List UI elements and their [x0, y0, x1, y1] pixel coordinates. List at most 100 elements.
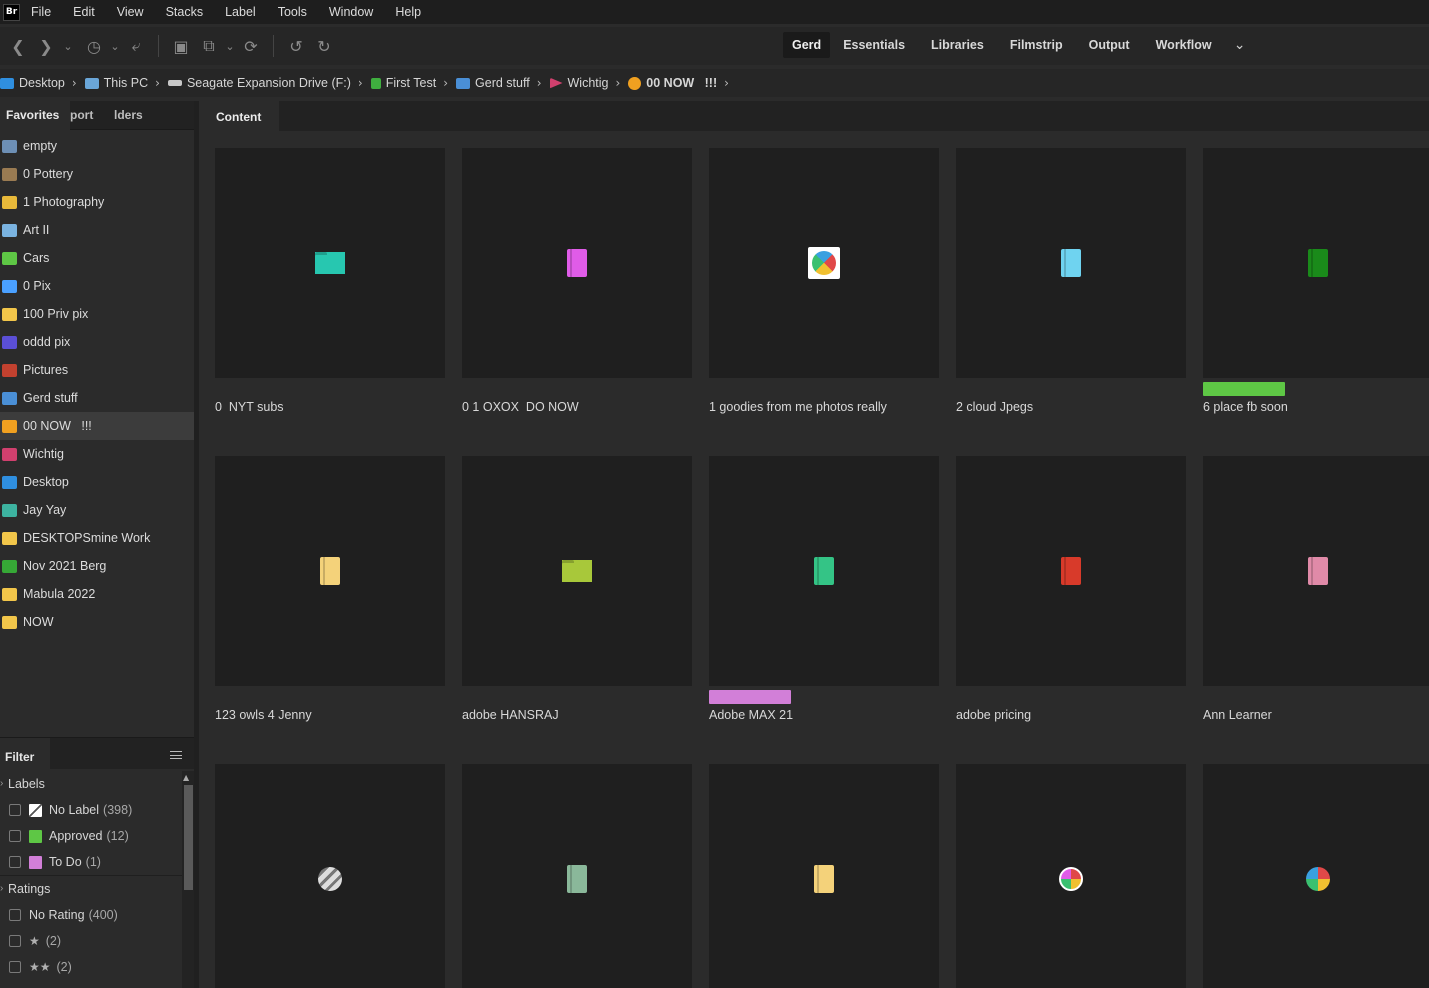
favorite-item-now[interactable]: NOW — [0, 608, 194, 636]
chevron-right-icon[interactable]: › — [443, 76, 448, 90]
favorite-item-nov-2021-berg[interactable]: Nov 2021 Berg — [0, 552, 194, 580]
content-tile[interactable]: 123 owls 4 Jenny — [215, 456, 445, 722]
breadcrumb-drive[interactable]: Seagate Expansion Drive (F:) — [167, 76, 351, 90]
checkbox[interactable] — [9, 961, 21, 973]
thumbnail[interactable] — [462, 148, 692, 378]
refine-icon[interactable]: ⟳ — [237, 32, 265, 60]
panel-menu-icon[interactable] — [170, 751, 182, 759]
content-tile[interactable] — [956, 764, 1186, 988]
thumbnail[interactable] — [462, 764, 692, 988]
thumbnail[interactable] — [1203, 456, 1429, 686]
filter-row-two-star[interactable]: ★★ (2) — [0, 954, 194, 980]
favorite-item-cars[interactable]: Cars — [0, 244, 194, 272]
filter-row-approved[interactable]: Approved (12) — [0, 823, 194, 849]
workspace-tab-workflow[interactable]: Workflow — [1143, 32, 1225, 58]
filter-row-no-rating[interactable]: No Rating (400) — [0, 902, 194, 928]
checkbox[interactable] — [9, 830, 21, 842]
ratings-section-header[interactable]: Ratings — [0, 876, 194, 902]
content-tile[interactable]: Adobe MAX 21 — [709, 456, 939, 722]
favorite-item-wichtig[interactable]: Wichtig — [0, 440, 194, 468]
content-tile[interactable]: adobe pricing — [956, 456, 1186, 722]
menu-label[interactable]: Label — [214, 0, 267, 24]
content-tile[interactable]: 0 1 OXOX DO NOW — [462, 148, 692, 414]
breadcrumb-00-now[interactable]: 00 NOW !!! — [628, 76, 717, 90]
breadcrumb-wichtig[interactable]: Wichtig — [549, 76, 608, 90]
favorite-item-empty[interactable]: empty — [0, 132, 194, 160]
filter-row-no-label[interactable]: No Label (398) — [0, 797, 194, 823]
thumbnail[interactable] — [956, 148, 1186, 378]
content-tile[interactable]: adobe HANSRAJ — [462, 456, 692, 722]
favorite-item-0-pix[interactable]: 0 Pix — [0, 272, 194, 300]
camera-download-icon[interactable]: ▣ — [167, 32, 195, 60]
checkbox[interactable] — [9, 909, 21, 921]
tab-filter[interactable]: Filter — [0, 738, 50, 770]
scroll-up-icon[interactable]: ▲ — [183, 773, 189, 782]
boomerang-icon[interactable]: ⤶ — [122, 32, 150, 60]
thumbnail[interactable] — [215, 764, 445, 988]
filter-row-to-do[interactable]: To Do (1) — [0, 849, 194, 875]
breadcrumb-this-pc[interactable]: This PC — [84, 76, 148, 90]
favorite-item-00-now[interactable]: 00 NOW !!! — [0, 412, 194, 440]
thumbnail[interactable] — [1203, 148, 1429, 378]
menu-window[interactable]: Window — [318, 0, 384, 24]
filter-row-one-star[interactable]: ★ (2) — [0, 928, 194, 954]
tab-favorites[interactable]: Favorites — [0, 101, 70, 130]
content-tile[interactable]: 6 place fb soon — [1203, 148, 1429, 414]
menu-stacks[interactable]: Stacks — [155, 0, 215, 24]
chevron-down-icon[interactable]: ⌄ — [108, 32, 122, 60]
chevron-right-icon[interactable]: › — [615, 76, 620, 90]
menu-edit[interactable]: Edit — [62, 0, 106, 24]
favorite-item-0-pottery[interactable]: 0 Pottery — [0, 160, 194, 188]
chevron-down-icon[interactable]: ⌄ — [1227, 32, 1253, 58]
thumbnail[interactable] — [709, 456, 939, 686]
tab-content[interactable]: Content — [199, 101, 279, 131]
chevron-right-icon[interactable]: › — [358, 76, 363, 90]
chevron-right-icon[interactable]: › — [724, 76, 729, 90]
favorite-item-1-photography[interactable]: 1 Photography — [0, 188, 194, 216]
favorite-item-100-priv-pix[interactable]: 100 Priv pix — [0, 300, 194, 328]
checkbox[interactable] — [9, 935, 21, 947]
favorite-item-gerd-stuff[interactable]: Gerd stuff — [0, 384, 194, 412]
thumbnail[interactable] — [709, 764, 939, 988]
thumbnail[interactable] — [1203, 764, 1429, 988]
content-tile[interactable]: 0 NYT subs — [215, 148, 445, 414]
content-tile[interactable] — [215, 764, 445, 988]
favorite-item-desktopsmine-work[interactable]: DESKTOPSmine Work — [0, 524, 194, 552]
workspace-tab-essentials[interactable]: Essentials — [830, 32, 918, 58]
recent-icon[interactable]: ◷ — [80, 32, 108, 60]
chevron-down-icon[interactable]: ⌄ — [223, 32, 237, 60]
content-tile[interactable]: 1 goodies from me photos really — [709, 148, 939, 414]
favorite-item-desktop[interactable]: Desktop — [0, 468, 194, 496]
thumbnail[interactable] — [956, 764, 1186, 988]
rotate-right-icon[interactable]: ↻ — [310, 32, 338, 60]
tab-import[interactable]: port — [70, 101, 108, 130]
content-tile[interactable]: 2 cloud Jpegs — [956, 148, 1186, 414]
thumbnail[interactable] — [215, 456, 445, 686]
checkbox[interactable] — [9, 804, 21, 816]
content-tile[interactable] — [1203, 764, 1429, 988]
workspace-tab-libraries[interactable]: Libraries — [918, 32, 997, 58]
breadcrumb-first-test[interactable]: First Test — [370, 76, 436, 90]
content-tile[interactable]: Ann Learner — [1203, 456, 1429, 722]
favorite-item-art-ii[interactable]: Art II — [0, 216, 194, 244]
checkbox[interactable] — [9, 856, 21, 868]
back-icon[interactable]: ❮ — [4, 32, 32, 60]
content-tile[interactable] — [709, 764, 939, 988]
scrollbar-thumb[interactable] — [184, 785, 193, 890]
thumbnail[interactable] — [215, 148, 445, 378]
workspace-tab-output[interactable]: Output — [1076, 32, 1143, 58]
favorite-item-pictures[interactable]: Pictures — [0, 356, 194, 384]
copy-icon[interactable]: ⧉ — [195, 32, 223, 60]
menu-help[interactable]: Help — [384, 0, 432, 24]
workspace-tab-filmstrip[interactable]: Filmstrip — [997, 32, 1076, 58]
menu-file[interactable]: File — [20, 0, 62, 24]
favorite-item-mabula-2022[interactable]: Mabula 2022 — [0, 580, 194, 608]
chevron-down-icon[interactable]: ⌄ — [60, 32, 76, 60]
chevron-right-icon[interactable]: › — [537, 76, 542, 90]
menu-view[interactable]: View — [106, 0, 155, 24]
favorite-item-oddd-pix[interactable]: oddd pix — [0, 328, 194, 356]
chevron-right-icon[interactable]: › — [72, 76, 77, 90]
breadcrumb-desktop[interactable]: Desktop — [0, 76, 65, 90]
thumbnail[interactable] — [462, 456, 692, 686]
breadcrumb-gerd-stuff[interactable]: Gerd stuff — [456, 76, 530, 90]
